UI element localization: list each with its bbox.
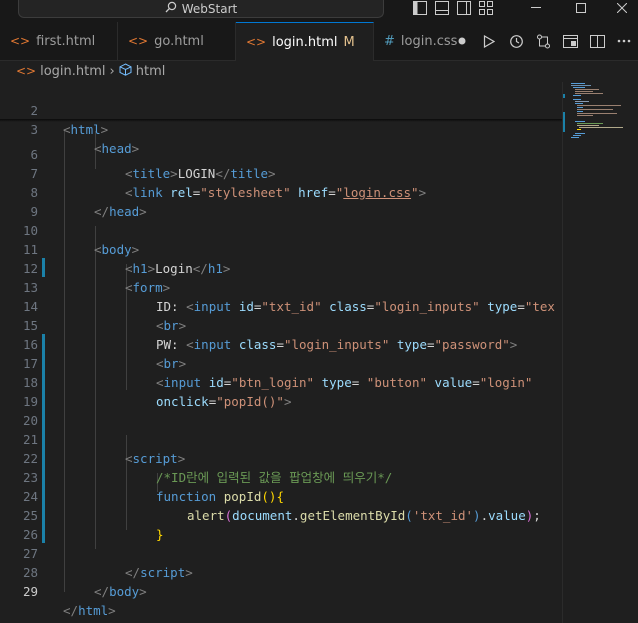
html-icon: <>	[16, 64, 37, 78]
html-icon: <>	[128, 34, 149, 48]
code-line: 16 <br>	[0, 316, 562, 371]
tab-first-html[interactable]: <> first.html	[0, 22, 118, 60]
layout-controls	[412, 0, 494, 16]
compare-icon[interactable]	[535, 33, 551, 49]
breadcrumb-separator: ›	[109, 63, 115, 79]
code-line: 29 </html>	[0, 563, 562, 618]
preview-icon[interactable]	[562, 33, 578, 49]
code-line: 25 }	[0, 487, 562, 542]
tab-label: go.html	[154, 33, 204, 49]
code-line: 18 onclick="popId()">	[0, 354, 562, 409]
code-line: 26	[0, 506, 562, 542]
code-line: 3 <head>	[0, 101, 562, 156]
code-line: 20	[0, 392, 562, 428]
html-icon: <>	[246, 35, 267, 49]
code-line: 6 <title>LOGIN</title>	[0, 126, 562, 181]
modified-badge: M	[343, 34, 355, 50]
command-center-search[interactable]: WebStart	[18, 0, 384, 18]
code-line: 9	[0, 183, 562, 219]
breadcrumb-symbol[interactable]: html	[136, 64, 166, 79]
code-line: 7 <link rel="stylesheet" href="login.css…	[0, 145, 562, 200]
close-icon[interactable]	[602, 0, 638, 16]
code-line: 21 <script>	[0, 411, 562, 466]
code-line: 17 <input id="btn_login" type= "button" …	[0, 335, 562, 390]
css-hash-icon: #	[384, 33, 395, 49]
restore-icon[interactable]	[561, 0, 601, 16]
tab-label: login.html	[272, 34, 338, 50]
code-line: 24 alert(document.getElementById('txt_id…	[0, 468, 562, 523]
timeline-icon[interactable]	[508, 33, 524, 49]
toggle-panel-icon[interactable]	[434, 1, 450, 15]
minimap[interactable]	[562, 82, 638, 623]
code-editor[interactable]: 2 <html> 3 <head> 6 <title>LOGIN</title>…	[0, 82, 562, 623]
editor-actions	[454, 22, 638, 60]
more-icon[interactable]	[616, 33, 632, 49]
dot-icon[interactable]	[454, 33, 470, 49]
tab-login-html[interactable]: <> login.html M	[236, 22, 374, 61]
search-icon	[165, 1, 177, 16]
toggle-primary-sidebar-icon[interactable]	[412, 1, 428, 15]
tab-login-css[interactable]: # login.css	[374, 22, 462, 60]
code-line: 13 ID: <input id="txt_id" class="login_i…	[0, 259, 562, 314]
customize-layout-icon[interactable]	[478, 1, 494, 15]
code-line: 23 function popId(){	[0, 449, 562, 504]
code-line: 14 <br>	[0, 278, 562, 333]
code-line: 2 <html>	[0, 82, 562, 137]
code-line: 22 /*ID란에 입력된 값을 팝업창에 띄우기*/	[0, 430, 562, 485]
tab-label: login.css	[400, 33, 458, 49]
title-bar: WebStart	[0, 0, 638, 22]
code-line: 12 <form>	[0, 240, 562, 295]
code-line: 11 <h1>Login</h1>	[0, 221, 562, 276]
breadcrumb-file[interactable]: login.html	[40, 64, 105, 79]
sticky-scroll-shadow	[0, 119, 562, 122]
tab-go-html[interactable]: <> go.html	[118, 22, 236, 60]
code-line: 28 </body>	[0, 544, 562, 599]
line-number: 29	[22, 584, 38, 599]
symbol-cube-icon	[119, 62, 132, 80]
tab-label: first.html	[36, 33, 96, 49]
search-text: WebStart	[181, 1, 238, 16]
code-line: 19	[0, 373, 562, 409]
toggle-secondary-sidebar-icon[interactable]	[456, 1, 472, 15]
code-line: 10 <body>	[0, 202, 562, 257]
breadcrumb: <> login.html › html	[0, 60, 638, 82]
code-line: 15 PW: <input class="login_inputs" type=…	[0, 297, 562, 352]
run-icon[interactable]	[481, 33, 497, 49]
html-icon: <>	[10, 34, 31, 48]
code-line: 8 </head>	[0, 164, 562, 219]
split-editor-icon[interactable]	[589, 33, 605, 49]
code-line: 27 </script>	[0, 525, 562, 580]
minimize-icon[interactable]	[516, 0, 556, 16]
